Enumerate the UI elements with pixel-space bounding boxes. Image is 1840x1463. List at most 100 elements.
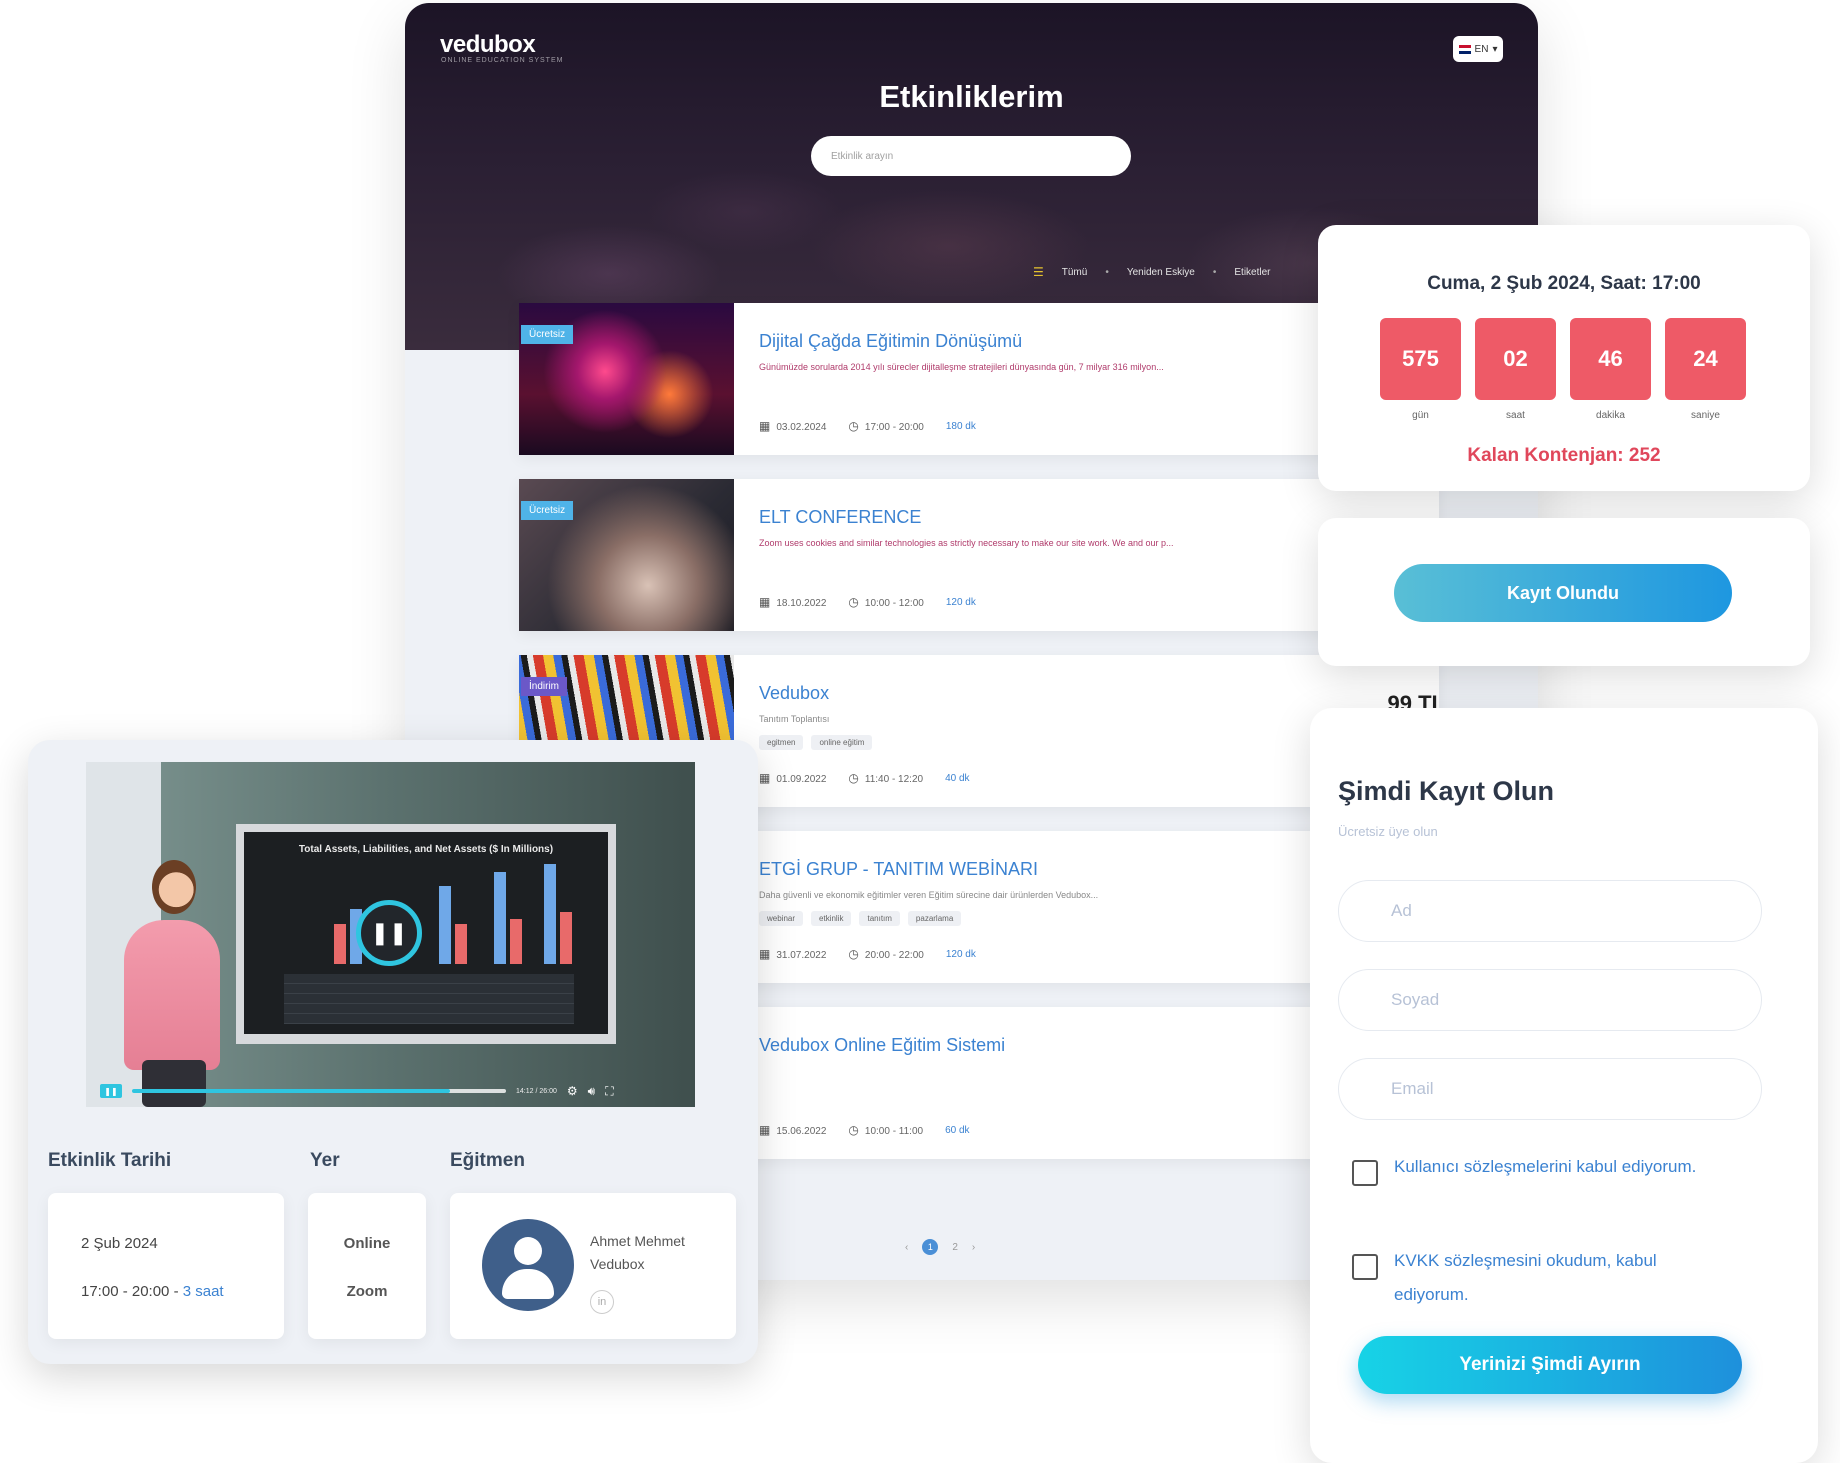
filter-newest[interactable]: Yeniden Eskiye [1127, 267, 1195, 278]
terms-label[interactable]: Kullanıcı sözleşmelerini kabul ediyorum. [1394, 1150, 1734, 1184]
countdown-panel: Cuma, 2 Şub 2024, Saat: 17:00 575 gün 02… [1318, 225, 1810, 491]
page-2-button[interactable]: 2 [952, 1242, 958, 1253]
countdown-label: saat [1506, 410, 1525, 421]
filter-separator: • [1212, 266, 1217, 278]
event-meta: ▦ 03.02.2024 ◷ 17:00 - 20:00 180 dk [759, 419, 976, 433]
event-detail-card: Total Assets, Liabilities, and Net Asset… [28, 740, 758, 1364]
chart-bar [494, 872, 506, 964]
event-card[interactable]: Ücretsiz ELT CONFERENCE Zoom uses cookie… [519, 479, 1439, 631]
event-description: Daha güvenli ve ekonomik eğitimler veren… [759, 890, 1099, 900]
email-input[interactable] [1338, 1058, 1762, 1120]
event-title[interactable]: Vedubox Online Eğitim Sistemi [759, 1035, 1005, 1056]
countdown-seconds: 24 saniye [1665, 318, 1746, 421]
filter-tags[interactable]: Etiketler [1234, 267, 1270, 278]
list-icon[interactable]: ☰ [1033, 265, 1044, 279]
countdown-value: 46 [1570, 318, 1651, 400]
language-label: EN [1474, 43, 1489, 55]
clock-icon: ◷ [848, 1123, 859, 1137]
pagination: ‹ 1 2 › [905, 1239, 975, 1255]
presenter-head [152, 860, 196, 914]
tag[interactable]: online eğitim [811, 735, 873, 750]
chart-bar [544, 864, 556, 964]
place-type: Online [343, 1235, 391, 1252]
trainer-organization: Vedubox [590, 1256, 645, 1272]
event-duration: 120 dk [945, 948, 976, 960]
pause-icon[interactable]: ❚❚ [356, 900, 422, 966]
terms-checkbox[interactable] [1352, 1160, 1378, 1186]
calendar-icon: ▦ [759, 771, 771, 785]
video-player[interactable]: Total Assets, Liabilities, and Net Asset… [86, 762, 695, 1107]
clock-icon: ◷ [848, 771, 859, 785]
progress-fill [132, 1089, 450, 1093]
tag[interactable]: egitmen [759, 735, 804, 750]
kvkk-checkbox[interactable] [1352, 1254, 1378, 1280]
tag[interactable]: pazarlama [907, 911, 962, 926]
tag[interactable]: webinar [759, 911, 804, 926]
discount-badge: İndirim [521, 677, 568, 696]
avatar[interactable] [482, 1219, 574, 1311]
event-meta: ▦ 01.09.2022 ◷ 11:40 - 12:20 40 dk [759, 771, 970, 785]
volume-icon[interactable]: 🔊︎ [588, 1084, 596, 1099]
event-meta: ▦ 31.07.2022 ◷ 20:00 - 22:00 120 dk [759, 947, 976, 961]
event-card[interactable]: Ücretsiz Dijital Çağda Eğitimin Dönüşümü… [519, 303, 1439, 455]
clock-icon: ◷ [848, 419, 859, 433]
registration-status-panel: Kayıt Olundu [1318, 518, 1810, 666]
countdown-minutes: 46 dakika [1570, 318, 1651, 421]
language-selector[interactable]: EN ▾ [1453, 36, 1503, 62]
event-time: 10:00 - 11:00 [864, 1126, 924, 1137]
event-tags: webinar etkinlik tanıtım pazarlama [759, 911, 962, 926]
trainer-name[interactable]: Ahmet Mehmet [590, 1233, 685, 1249]
time-label: 14:12 / 26:00 [516, 1087, 557, 1095]
filter-bar: ☰ Tümü • Yeniden Eskiye • Etiketler [1033, 265, 1271, 279]
registered-button[interactable]: Kayıt Olundu [1394, 564, 1732, 622]
countdown-label: gün [1412, 410, 1429, 421]
chart-bar [334, 924, 346, 964]
tag[interactable]: tanıtım [859, 911, 900, 926]
chart-bar [510, 919, 522, 964]
event-time: 11:40 - 12:20 [864, 774, 924, 785]
event-date: 15.06.2022 [776, 1126, 827, 1137]
event-title[interactable]: Dijital Çağda Eğitimin Dönüşümü [759, 331, 1022, 352]
register-form: Şimdi Kayıt Olun Ücretsiz üye olun Kulla… [1310, 708, 1818, 1463]
event-title[interactable]: ELT CONFERENCE [759, 507, 921, 528]
clock-icon: ◷ [848, 595, 859, 609]
vedubox-logo[interactable]: vedubox [440, 31, 536, 59]
event-date: 31.07.2022 [776, 950, 827, 961]
presenter [114, 860, 224, 1107]
presentation-table [284, 974, 574, 1024]
event-title[interactable]: ETGİ GRUP - TANITIM WEBİNARI [759, 859, 1038, 880]
chart-bar [455, 924, 467, 964]
terms-checkbox-row: Kullanıcı sözleşmelerini kabul ediyorum. [1352, 1150, 1734, 1186]
event-date: 01.09.2022 [776, 774, 827, 785]
filter-all[interactable]: Tümü [1062, 267, 1088, 278]
progress-bar[interactable] [132, 1089, 506, 1093]
prev-page-button[interactable]: ‹ [905, 1242, 908, 1253]
settings-icon[interactable]: ⚙ [567, 1084, 578, 1098]
linkedin-icon[interactable]: in [590, 1290, 614, 1314]
last-name-input[interactable] [1338, 969, 1762, 1031]
countdown-days: 575 gün [1380, 318, 1461, 421]
trainer-heading: Eğitmen [450, 1150, 525, 1171]
fullscreen-icon[interactable]: ⛶ [605, 1084, 613, 1099]
page-title: Etkinliklerim [879, 79, 1064, 114]
event-date: 18.10.2022 [776, 598, 827, 609]
event-duration: 40 dk [945, 772, 970, 784]
page-1-button[interactable]: 1 [922, 1239, 939, 1255]
place-heading: Yer [310, 1150, 340, 1171]
calendar-icon: ▦ [759, 595, 771, 609]
play-pause-button[interactable]: ❚❚ [100, 1084, 122, 1098]
countdown-value: 24 [1665, 318, 1746, 400]
event-title[interactable]: Vedubox [759, 683, 829, 704]
presenter-body [124, 920, 220, 1070]
reserve-seat-button[interactable]: Yerinizi Şimdi Ayırın [1358, 1336, 1742, 1394]
register-subtitle: Ücretsiz üye olun [1338, 824, 1438, 839]
free-badge: Ücretsiz [521, 325, 574, 344]
chevron-down-icon: ▾ [1492, 43, 1498, 55]
next-page-button[interactable]: › [972, 1242, 975, 1253]
event-duration: 60 dk [945, 1124, 970, 1136]
tag[interactable]: etkinlik [811, 911, 852, 926]
calendar-icon: ▦ [759, 1123, 771, 1137]
search-input[interactable] [811, 136, 1131, 176]
kvkk-label[interactable]: KVKK sözleşmesini okudum, kabul ediyorum… [1394, 1244, 1734, 1312]
first-name-input[interactable] [1338, 880, 1762, 942]
